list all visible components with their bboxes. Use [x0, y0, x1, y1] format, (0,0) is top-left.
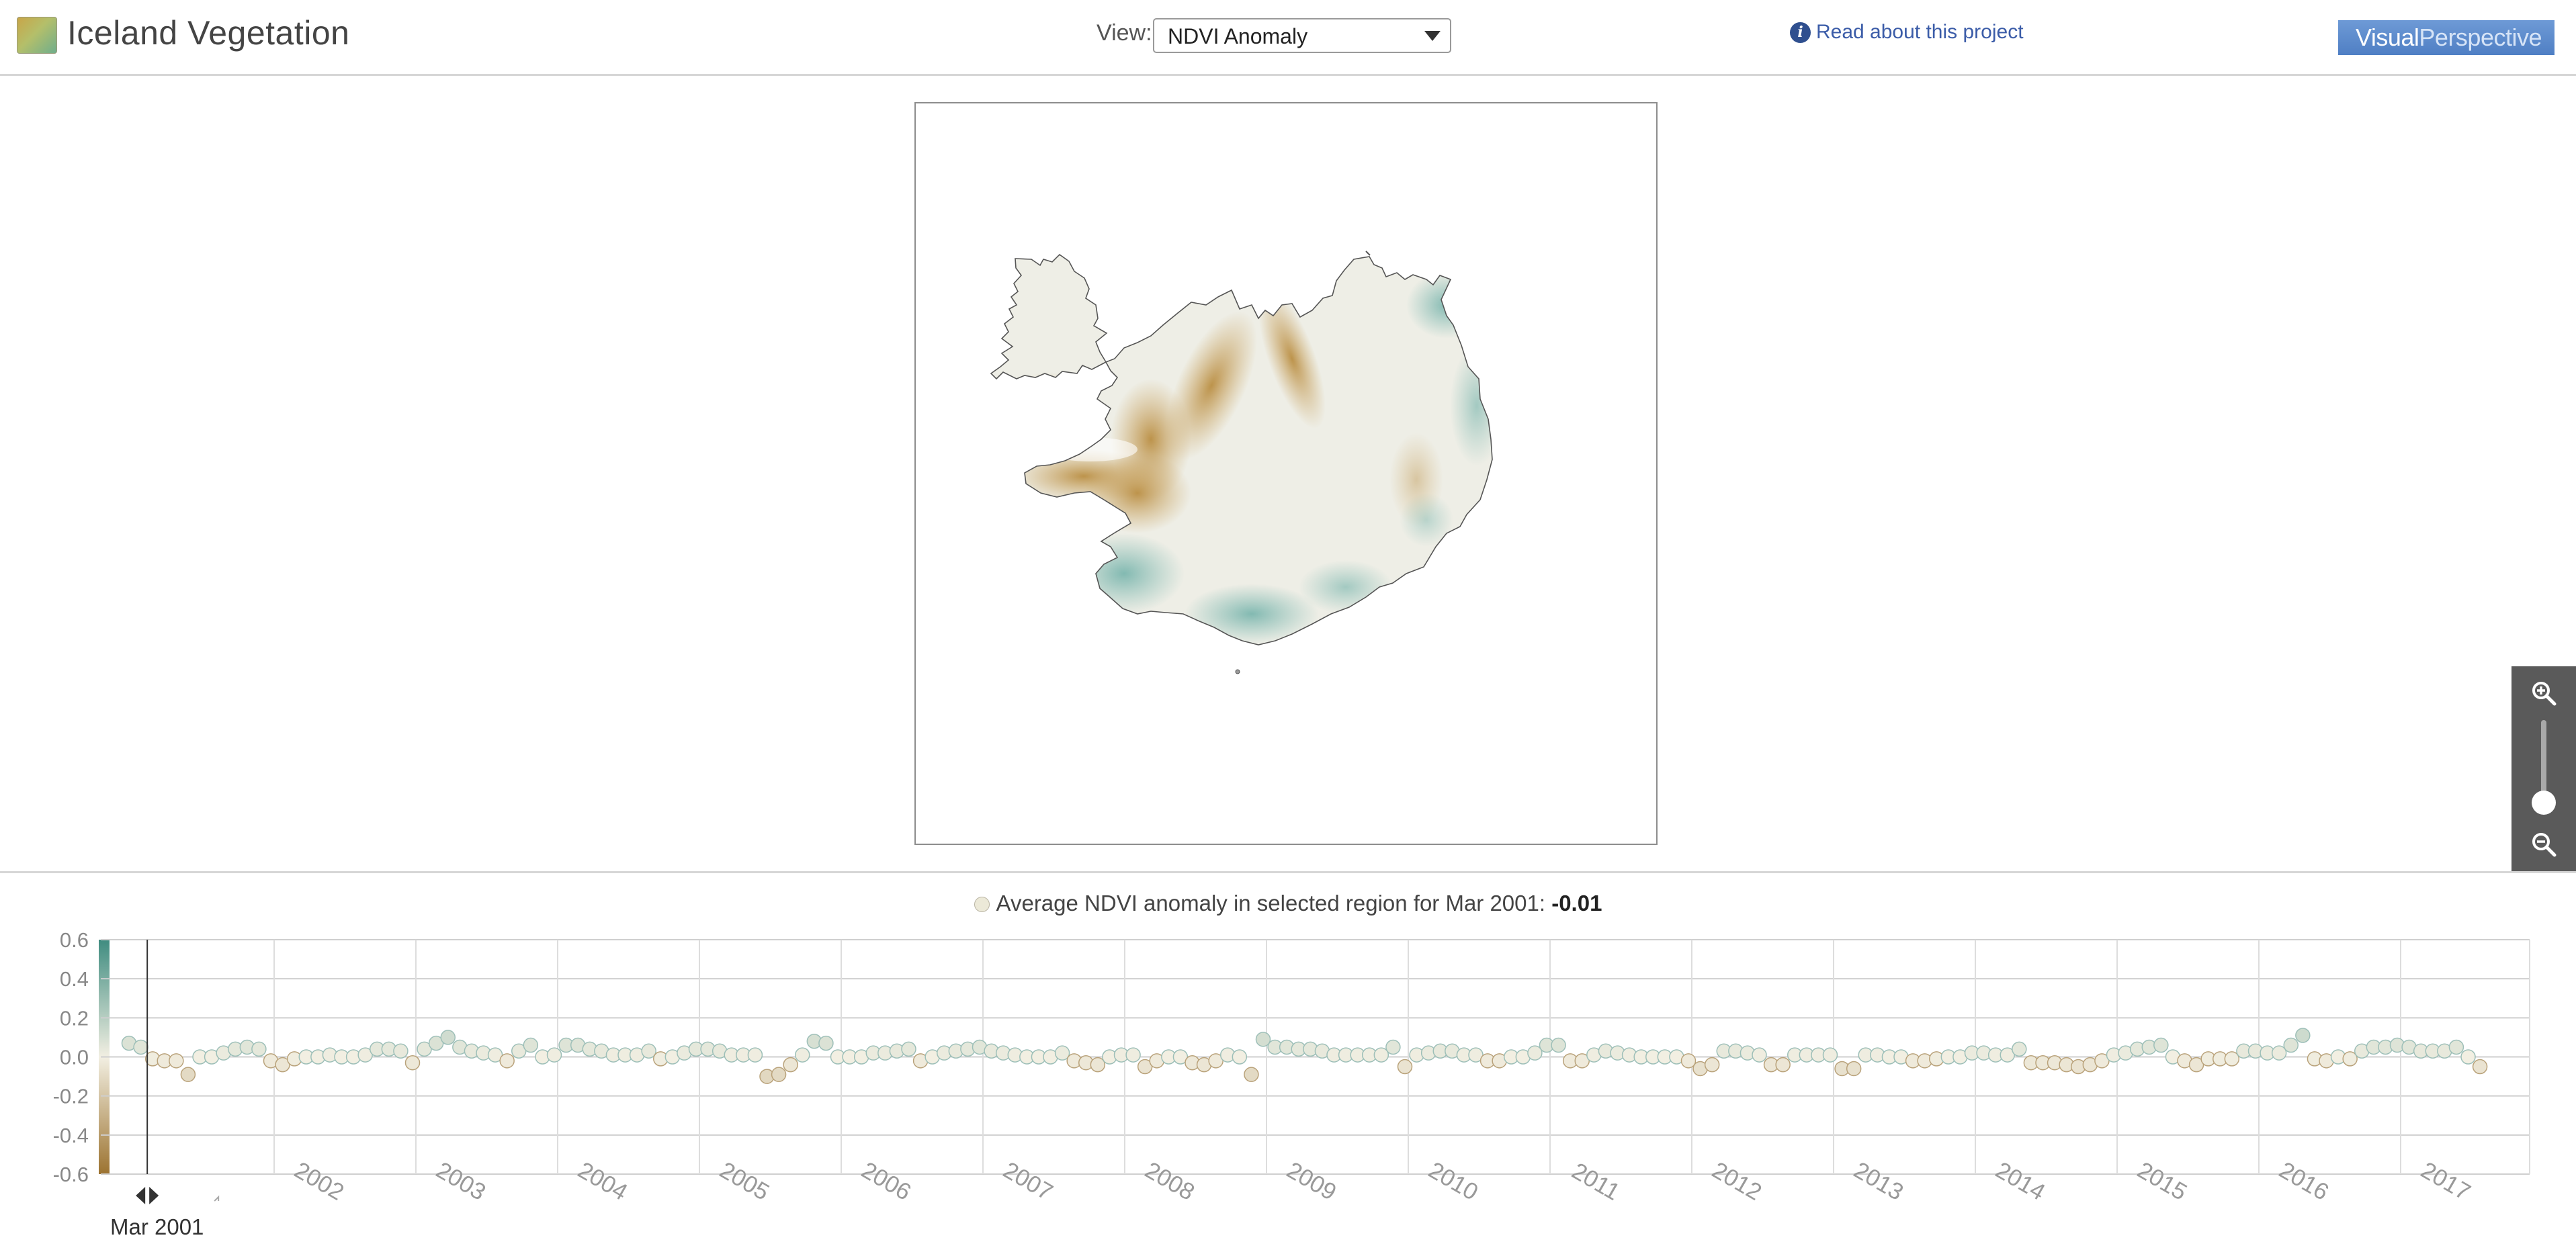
x-tick-label: 2012 [1708, 1157, 1766, 1206]
x-tick-label: 2007 [999, 1157, 1058, 1206]
x-tick-label: 2016 [2275, 1157, 2333, 1206]
anomaly-caption: Average NDVI anomaly in selected region … [0, 891, 2576, 916]
legend-dot-icon [974, 897, 990, 912]
data-point [523, 1037, 539, 1053]
data-point [499, 1053, 515, 1069]
data-point [393, 1043, 409, 1059]
data-point [133, 1039, 148, 1055]
iceland-map[interactable] [916, 103, 1658, 845]
data-point [783, 1057, 798, 1073]
data-point [2295, 1028, 2311, 1043]
x-tick-label: 2006 [857, 1157, 916, 1206]
x-tick-label: 2017 [2417, 1157, 2475, 1206]
x-tick-label: 2015 [2133, 1157, 2192, 1206]
data-point [1704, 1057, 1720, 1073]
app-title: Iceland Vegetation [67, 14, 350, 52]
data-point [1125, 1047, 1141, 1063]
data-point [404, 1055, 421, 1071]
x-tick-label: 2013 [1850, 1157, 1908, 1206]
about-project-label: Read about this project [1816, 21, 2024, 43]
cursor-left-arrow-icon [136, 1187, 146, 1204]
data-point [1752, 1047, 1767, 1063]
scroll-hint-icon [214, 1195, 220, 1202]
section-divider [0, 871, 2576, 873]
caption-value: -0.01 [1551, 891, 1602, 916]
zoom-out-icon[interactable] [2530, 831, 2557, 858]
data-point [1822, 1047, 1838, 1063]
data-point [251, 1041, 267, 1057]
x-tick-label: 2011 [1568, 1158, 1625, 1206]
y-tick-label: 0.4 [60, 967, 89, 991]
about-project-link[interactable]: i Read about this project [1790, 21, 2024, 44]
data-point [440, 1030, 456, 1045]
caption-text: Average NDVI anomaly in selected region … [996, 891, 1546, 916]
cursor-right-arrow-icon [149, 1187, 159, 1204]
data-point [169, 1053, 184, 1069]
data-point [1551, 1037, 1566, 1053]
data-point [2448, 1039, 2464, 1055]
x-tick-label: 2005 [716, 1157, 774, 1206]
y-tick-label: 0.2 [60, 1006, 89, 1030]
data-point [1846, 1061, 1862, 1077]
top-bar: Iceland Vegetation View: NDVI Anomaly i … [0, 0, 2576, 76]
x-tick-label: 2009 [1283, 1157, 1341, 1206]
view-select[interactable]: NDVI Anomaly [1153, 18, 1451, 53]
data-point [2283, 1037, 2299, 1053]
data-point [546, 1047, 562, 1063]
data-point [1232, 1049, 1248, 1065]
data-point [1244, 1067, 1259, 1082]
data-point [771, 1067, 787, 1082]
brand-part-2: Perspective [2419, 24, 2542, 51]
x-tick-label: 2002 [290, 1157, 349, 1206]
data-point [901, 1041, 916, 1057]
data-point [1385, 1039, 1401, 1055]
y-tick-label: -0.6 [53, 1163, 89, 1186]
map-view[interactable] [914, 102, 1658, 845]
x-tick-label: 2003 [432, 1157, 490, 1206]
view-label: View: [1097, 20, 1152, 46]
dropdown-caret-icon [1424, 31, 1441, 41]
app-logo-icon [17, 17, 57, 54]
data-point [818, 1035, 834, 1051]
data-point [180, 1067, 196, 1082]
ndvi-timeline-chart[interactable]: 0.6 0.4 0.2 0.0 -0.2 -0.4 -0.6 2002 2003 2004 2005… [0, 920, 2576, 1250]
data-point [2153, 1037, 2169, 1053]
brand-logo[interactable]: VisualPerspective [2338, 20, 2554, 55]
y-tick-label: 0.0 [60, 1046, 89, 1069]
data-point [2472, 1059, 2488, 1075]
x-tick-label: 2004 [574, 1157, 632, 1206]
selected-date-label: Mar 2001 [110, 1214, 204, 1239]
data-point [2012, 1041, 2027, 1057]
data-point [1397, 1059, 1413, 1075]
brand-part-1: Visual [2356, 24, 2419, 51]
zoom-control [2511, 666, 2576, 871]
data-point [2460, 1049, 2476, 1065]
data-point [795, 1047, 810, 1063]
zoom-in-icon[interactable] [2530, 680, 2557, 707]
view-select-value: NDVI Anomaly [1168, 24, 1308, 48]
x-tick-label: 2008 [1141, 1157, 1199, 1206]
y-tick-label: -0.2 [53, 1085, 89, 1108]
x-tick-label: 2010 [1424, 1157, 1483, 1206]
y-tick-label: 0.6 [60, 928, 89, 952]
info-icon: i [1790, 21, 1811, 43]
data-point [1775, 1057, 1791, 1073]
x-tick-label: 2014 [1991, 1157, 2050, 1206]
zoom-slider-handle[interactable] [2532, 791, 2556, 815]
y-tick-label: -0.4 [53, 1124, 89, 1147]
data-point [747, 1047, 763, 1063]
